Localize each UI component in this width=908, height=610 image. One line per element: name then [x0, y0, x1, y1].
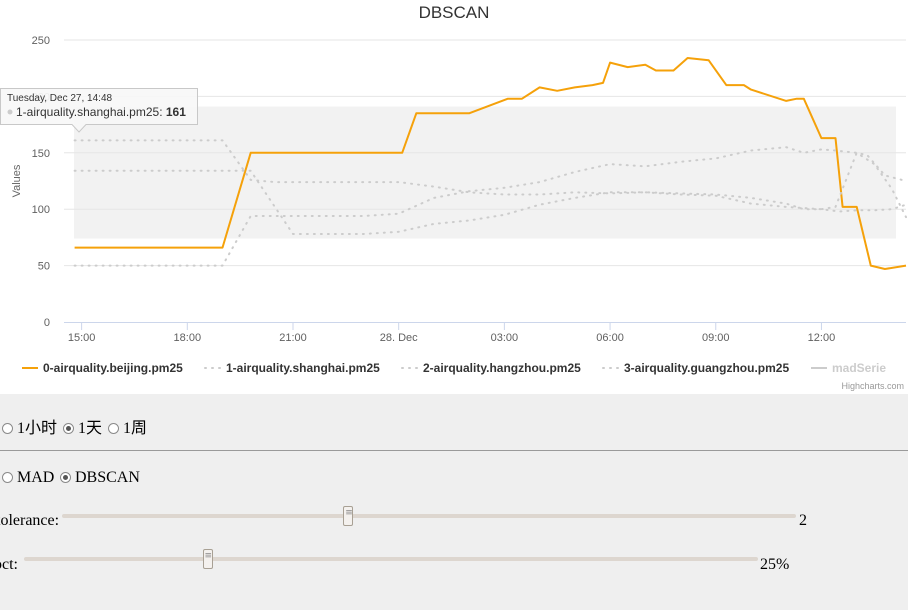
x-tick-label: 12:00 [808, 332, 836, 344]
legend-item-2[interactable]: 2-airquality.hangzhou.pm25 [423, 361, 581, 375]
x-tick-label: 15:00 [68, 332, 96, 344]
radio-circle-1w[interactable] [108, 423, 119, 434]
tolerance-label: tolerance: [0, 512, 60, 529]
x-tick-label: 03:00 [491, 332, 519, 344]
credits-link: Highcharts.com [841, 381, 904, 391]
radio-1w[interactable]: 1周 [108, 414, 147, 438]
radio-dbscan[interactable]: DBSCAN [60, 469, 140, 487]
y-tick-label: 100 [32, 204, 50, 216]
x-tick-label: 28. Dec [380, 332, 418, 344]
radio-circle-1h[interactable] [2, 423, 13, 434]
tolerance-slider-track[interactable] [62, 514, 796, 518]
radio-label-1h[interactable]: 1小时 [17, 420, 57, 437]
radio-1d[interactable]: 1天 [63, 414, 102, 438]
line-chart: DBSCAN05010015020025015:0018:0021:0028. … [0, 3, 907, 391]
chart-container: DBSCAN05010015020025015:0018:0021:0028. … [0, 0, 908, 394]
tooltip-series-marker [7, 109, 13, 115]
y-tick-label: 0 [44, 317, 50, 329]
pct-label: pct: [0, 556, 18, 573]
legend-item-4[interactable]: madSerie [832, 361, 886, 375]
radio-label-1w[interactable]: 1周 [123, 420, 147, 437]
y-tick-label: 150 [32, 148, 50, 160]
tolerance-value: 2 [799, 512, 807, 529]
tooltip-series-name: 1-airquality.shanghai.pm25: [16, 105, 166, 119]
radio-label-1d[interactable]: 1天 [78, 420, 102, 437]
radio-label-mad[interactable]: MAD [17, 469, 54, 486]
radio-circle-1d[interactable] [63, 423, 74, 434]
x-tick-label: 06:00 [596, 332, 624, 344]
x-tick-label: 09:00 [702, 332, 730, 344]
threshold-band [74, 106, 896, 239]
section-divider [0, 450, 908, 451]
x-tick-label: 21:00 [279, 332, 307, 344]
legend-item-1[interactable]: 1-airquality.shanghai.pm25 [226, 361, 380, 375]
radio-circle-dbscan[interactable] [60, 472, 71, 483]
radio-1h[interactable]: 1小时 [2, 414, 57, 438]
x-tick-label: 18:00 [174, 332, 202, 344]
pct-value: 25% [760, 556, 790, 573]
pct-slider-handle[interactable] [202, 549, 213, 569]
pct-slider-track[interactable] [24, 557, 758, 561]
y-tick-label: 250 [32, 35, 50, 47]
tolerance-slider-handle[interactable] [343, 506, 354, 526]
radio-mad[interactable]: MAD [2, 469, 54, 487]
radio-circle-mad[interactable] [2, 472, 13, 483]
y-tick-label: 50 [38, 261, 50, 273]
tooltip-date: Tuesday, Dec 27, 14:48 [7, 93, 113, 104]
tooltip-series: 1-airquality.shanghai.pm25: 161 [16, 105, 186, 119]
legend-item-0[interactable]: 0-airquality.beijing.pm25 [43, 361, 183, 375]
tooltip-value: 161 [166, 105, 186, 119]
chart-title: DBSCAN [419, 3, 490, 22]
radio-label-dbscan[interactable]: DBSCAN [75, 469, 140, 486]
legend-item-3[interactable]: 3-airquality.guangzhou.pm25 [624, 361, 789, 375]
y-axis-label: Values [11, 164, 23, 197]
